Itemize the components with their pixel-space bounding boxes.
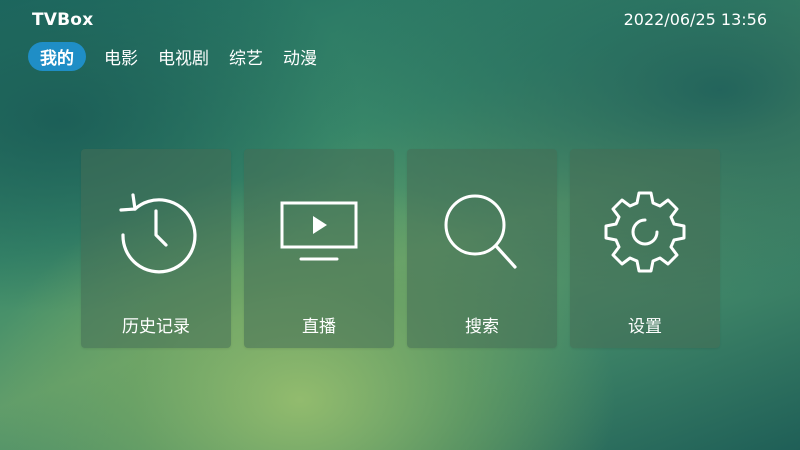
search-label: 搜索 [465,317,499,337]
search-card[interactable]: 搜索 [407,149,557,348]
live-card[interactable]: 直播 [244,149,394,348]
history-icon [81,187,231,277]
settings-card[interactable]: 设置 [570,149,720,348]
tab-anime[interactable]: 动漫 [281,42,319,71]
tab-tv-series[interactable]: 电视剧 [156,42,211,71]
live-label: 直播 [302,317,336,337]
settings-label: 设置 [628,317,662,337]
clock: 2022/06/25 13:56 [623,10,767,29]
category-tabs: 我的 电影 电视剧 综艺 动漫 [28,42,319,71]
settings-gear-icon [570,187,720,277]
history-card[interactable]: 历史记录 [81,149,231,348]
home-cards: 历史记录 直播 搜索 设置 [81,149,720,348]
live-tv-icon [244,187,394,277]
tab-mine[interactable]: 我的 [28,42,86,71]
search-icon [407,187,557,277]
tab-variety[interactable]: 综艺 [227,42,265,71]
history-label: 历史记录 [122,317,190,337]
tab-movies[interactable]: 电影 [102,42,140,71]
app-title: TVBox [32,10,94,30]
